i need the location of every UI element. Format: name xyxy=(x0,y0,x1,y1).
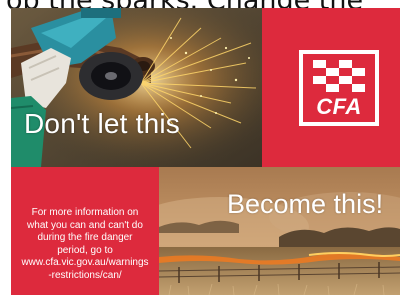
info-line: For more information on xyxy=(31,207,139,218)
info-line: period, go to xyxy=(57,244,113,256)
info-line: during the fire danger xyxy=(37,232,133,244)
angle-grinder-sparks-icon xyxy=(11,8,262,167)
info-url-line: www.cfa.vic.gov.au/warnings xyxy=(21,257,149,269)
info-line: what you can and can't do xyxy=(27,219,143,231)
cfa-logo-inner: CFA xyxy=(303,54,375,122)
info-panel: For more information on what you can and… xyxy=(11,167,159,295)
fire-caption: Become this! xyxy=(227,189,384,219)
cfa-logo-panel: CFA xyxy=(262,8,400,167)
fire-photo: Become this! xyxy=(159,167,400,295)
info-text: For more information on what you can and… xyxy=(11,207,159,283)
grinder-photo: Don't let this xyxy=(11,8,262,167)
cfa-logo: CFA xyxy=(299,50,379,126)
info-url-line: -restrictions/can/ xyxy=(48,269,122,281)
grinder-caption: Don't let this xyxy=(24,108,180,139)
cfa-logo-text: CFA xyxy=(316,94,362,119)
chequer-icon xyxy=(313,60,365,92)
grass-fire-icon xyxy=(159,167,400,295)
